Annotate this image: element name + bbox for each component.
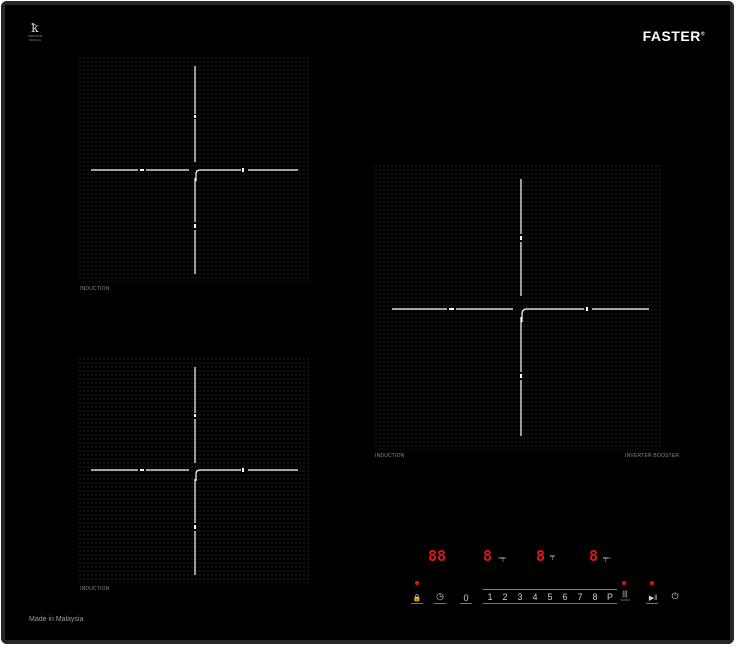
power-level-8-button[interactable]: 8 (588, 591, 602, 603)
power-level-2-button[interactable]: 2 (498, 591, 512, 603)
warm-icon: ||| (622, 591, 628, 598)
pause-play-icon: ▶‖ (648, 595, 658, 602)
zone-marker-cross (91, 367, 298, 575)
zone-marker-cross (392, 179, 649, 436)
logo-mark: ꝁ (31, 21, 39, 35)
lock-underline (411, 603, 423, 604)
cooking-zone-bottom-left[interactable] (78, 357, 310, 583)
cooking-zone-right[interactable] (374, 164, 662, 450)
zone-display-c: 8 (589, 547, 599, 565)
power-level-4-button[interactable]: 4 (528, 591, 542, 603)
zone-c-indicator-icon: ╤▫ (603, 555, 611, 562)
power-button[interactable]: ⏻ (668, 591, 682, 601)
zone-label-top-left: INDUCTION (80, 286, 110, 292)
zone-marker-cross (91, 66, 298, 274)
zone-display-a: 8 (483, 547, 493, 565)
pause-indicator-light (650, 581, 654, 585)
power-level-7-button[interactable]: 7 (573, 591, 587, 603)
power-level-boost-button[interactable]: P (603, 591, 617, 603)
timer-underline (434, 603, 446, 604)
pause-underline (646, 603, 658, 604)
zone-label-right: INDUCTION (375, 453, 405, 459)
warm-button[interactable]: ||| WARM (617, 591, 633, 602)
timer-display: 88 (428, 547, 447, 565)
lock-indicator-light (415, 581, 419, 585)
zero-underline (460, 603, 472, 604)
cooking-zone-top-left[interactable] (78, 56, 310, 282)
power-level-5-button[interactable]: 5 (543, 591, 557, 603)
made-in-label: Made in Malaysia (29, 616, 84, 623)
brand-name: FASTER® (643, 28, 705, 44)
brand-registered-mark: ® (700, 31, 705, 38)
logo-subtitle: PREMIUM DESIGN (27, 34, 43, 42)
warm-label: WARM (620, 598, 630, 602)
power-level-6-button[interactable]: 6 (558, 591, 572, 603)
warm-indicator-light (622, 581, 626, 585)
timer-icon: ◷ (436, 591, 444, 601)
power-level-1-button[interactable]: 1 (483, 591, 497, 603)
premium-logo: ꝁ PREMIUM DESIGN (23, 21, 47, 42)
cooktop-glass: ꝁ PREMIUM DESIGN FASTER® INDUCTION INDUC… (1, 1, 734, 644)
zone-a-indicator-icon: ▫╤ (498, 555, 506, 562)
power-slider-track (483, 589, 617, 590)
level-zero-button[interactable]: 0 (460, 593, 472, 603)
zone-b-indicator-icon: ╤ (550, 553, 555, 560)
zone-label-inverter-booster: INVERTER BOOSTER (625, 453, 680, 459)
zone-display-b: 8 (536, 547, 546, 565)
brand-text: FASTER (642, 28, 701, 44)
power-icon: ⏻ (671, 591, 679, 601)
timer-button[interactable]: ◷ (433, 591, 447, 601)
power-level-3-button[interactable]: 3 (513, 591, 527, 603)
power-slider-underline (483, 603, 617, 604)
zone-label-bottom-left: INDUCTION (80, 586, 110, 592)
lock-icon: 🔒 (412, 595, 422, 602)
